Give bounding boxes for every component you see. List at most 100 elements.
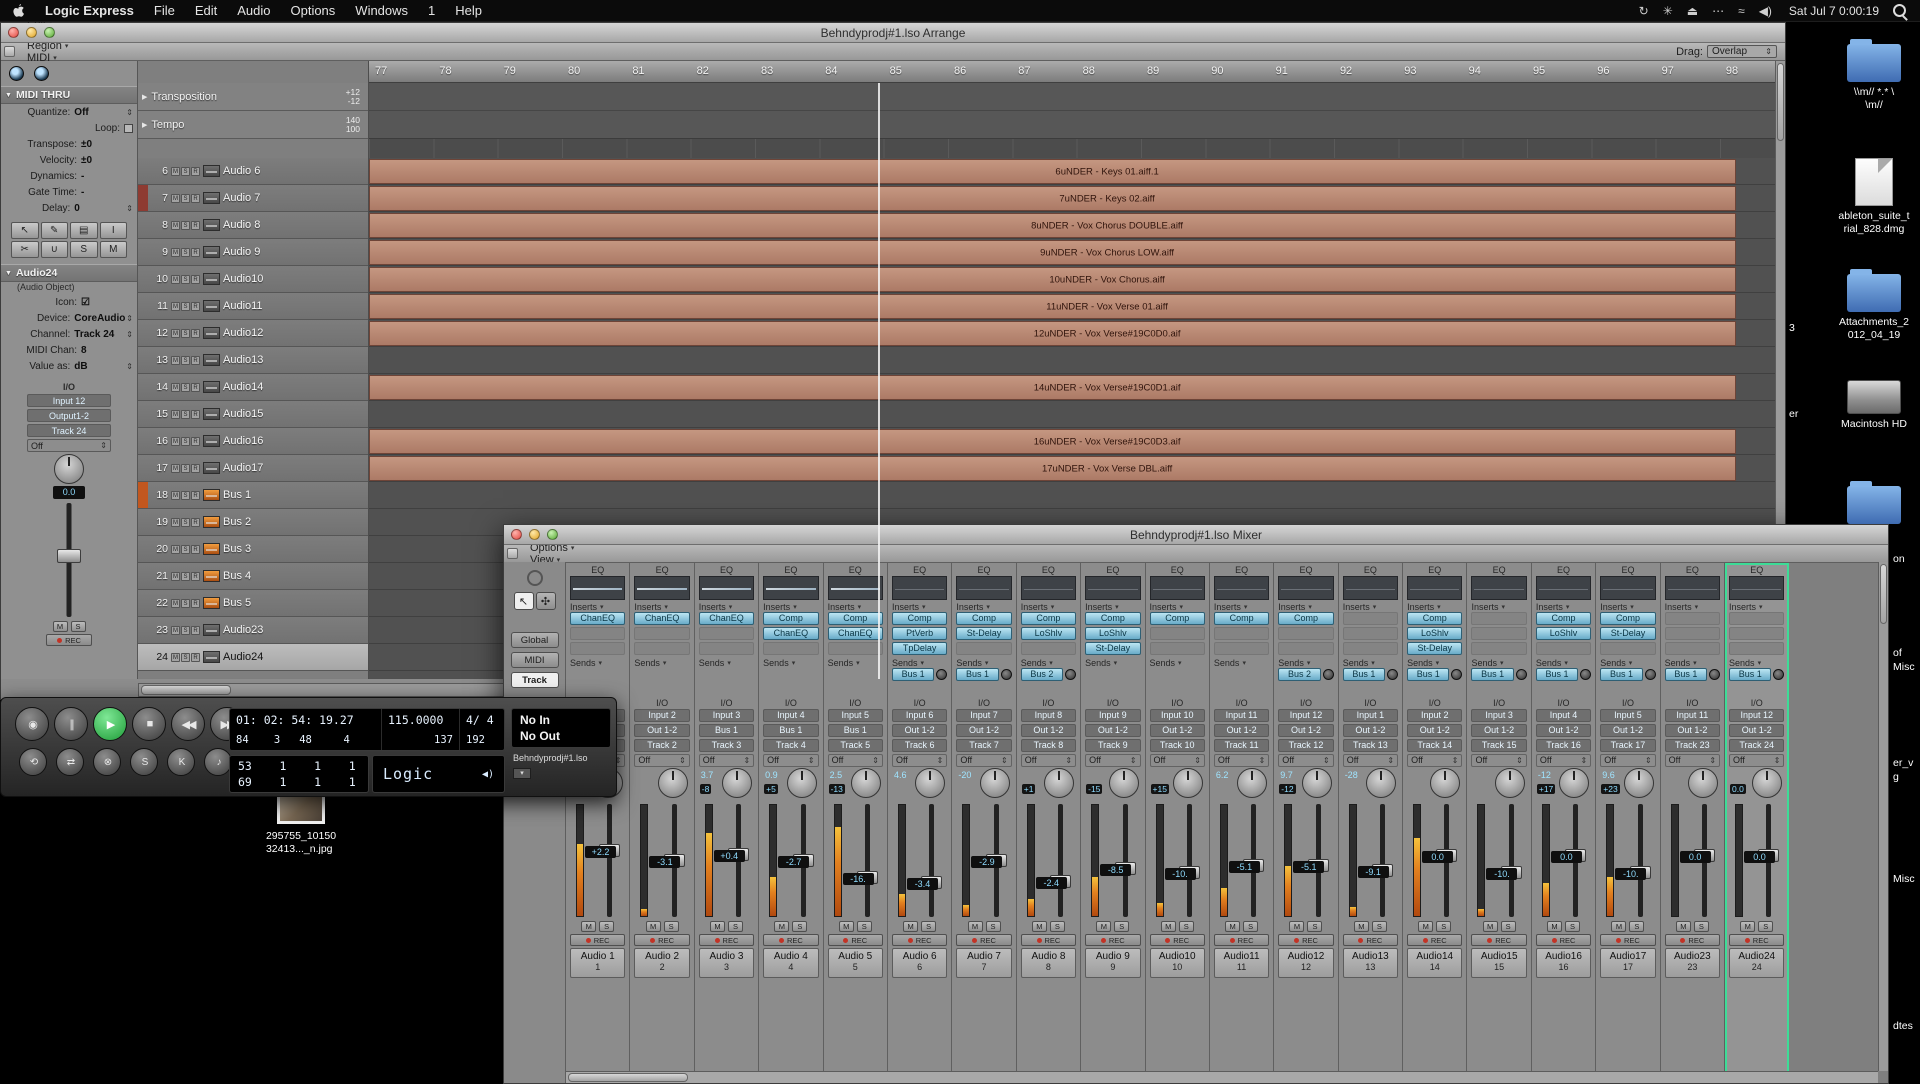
track-header-audio15[interactable]: 15MSRAudio15 [138, 401, 368, 428]
param-row[interactable]: Icon:☑ [1, 294, 137, 310]
channel-label[interactable]: Audio 88 [1021, 948, 1076, 978]
insert-slot[interactable]: TpDelay [892, 642, 947, 655]
window-link-icon[interactable] [507, 548, 518, 559]
pan-knob[interactable] [54, 454, 84, 484]
output-slot[interactable]: Out 1-2 [1021, 724, 1076, 737]
send-slot[interactable]: Bus 1 [1729, 668, 1771, 681]
insert-slot[interactable] [828, 642, 883, 655]
eq-thumbnail[interactable] [1600, 576, 1655, 600]
insert-slot[interactable]: ChanEQ [828, 627, 883, 640]
rewind-button[interactable]: ◀◀ [171, 707, 205, 741]
input-slot[interactable]: Input 9 [1085, 709, 1140, 722]
track-header-audio13[interactable]: 13MSRAudio13 [138, 347, 368, 374]
record-enable-button[interactable]: REC [892, 934, 947, 946]
track-header-bus-2[interactable]: 19MSRBus 2 [138, 509, 368, 536]
mute-button[interactable]: M [710, 921, 725, 932]
output-slot[interactable]: Out 1-2 [892, 724, 947, 737]
record-enable-button[interactable]: REC [46, 634, 92, 646]
send-knob[interactable] [1516, 669, 1527, 680]
channel-label[interactable]: Audio1515 [1471, 948, 1526, 978]
param-row[interactable]: Delay:0⇕ [1, 200, 137, 216]
channel-label[interactable]: Audio1111 [1214, 948, 1269, 978]
channel-label[interactable]: Audio1616 [1536, 948, 1591, 978]
insert-slot[interactable]: Comp [1600, 612, 1655, 625]
insert-slot[interactable] [1021, 642, 1076, 655]
inserts-label[interactable]: Inserts▾ [1471, 601, 1526, 612]
solo-button[interactable]: S [1114, 921, 1129, 932]
text-tool[interactable]: I [100, 222, 128, 239]
menu-options[interactable]: Options [280, 3, 345, 18]
solo-button[interactable]: S [181, 167, 190, 176]
insert-slot[interactable] [1343, 642, 1398, 655]
mute-button[interactable]: M [171, 194, 180, 203]
insert-slot[interactable] [1343, 627, 1398, 640]
inserts-label[interactable]: Inserts▾ [699, 601, 754, 612]
input-slot[interactable]: Input 12 [1729, 709, 1784, 722]
channel-strip-audio-2[interactable]: EQInserts▾ChanEQSends▾I/OInput 2Out 1-2T… [630, 563, 694, 1083]
channel-strip-audio16[interactable]: EQInserts▾CompLoShlvSends▾Bus 1I/OInput … [1532, 563, 1596, 1083]
insert-slot[interactable]: Comp [828, 612, 883, 625]
pan-knob[interactable] [1752, 768, 1782, 798]
sends-label[interactable]: Sends▾ [699, 657, 754, 668]
eq-thumbnail[interactable] [1343, 576, 1398, 600]
mute-button[interactable]: M [774, 921, 789, 932]
eq-thumbnail[interactable] [1150, 576, 1205, 600]
track-header-audio14[interactable]: 14MSRAudio14 [138, 374, 368, 401]
output-slot[interactable]: Out 1-2 [1343, 724, 1398, 737]
input-slot[interactable]: Input 12 [1278, 709, 1333, 722]
insert-slot[interactable]: St-Delay [956, 627, 1011, 640]
channel-strip-audio14[interactable]: EQInserts▾CompLoShlvSt-DelaySends▾Bus 1I… [1403, 563, 1467, 1083]
solo-button[interactable]: S [130, 748, 158, 776]
track-slot[interactable]: Track 14 [1407, 739, 1462, 752]
mute-button[interactable]: M [171, 356, 180, 365]
output-slot[interactable]: Bus 1 [699, 724, 754, 737]
output-slot[interactable]: Out 1-2 [1536, 724, 1591, 737]
solo-button[interactable]: S [181, 626, 190, 635]
eq-thumbnail[interactable] [1407, 576, 1462, 600]
sends-label[interactable]: Sends▾ [1343, 657, 1398, 668]
record-enable-button[interactable]: REC [1343, 934, 1398, 946]
track-header-audio24[interactable]: 24MSRAudio24 [138, 644, 368, 671]
metronome-button[interactable]: ♪ [204, 748, 232, 776]
input-slot[interactable]: Input 5 [828, 709, 883, 722]
insert-slot[interactable] [634, 627, 689, 640]
spotlight-icon[interactable] [1893, 4, 1906, 17]
track-header-bus-5[interactable]: 22MSRBus 5 [138, 590, 368, 617]
channel-label[interactable]: Audio1212 [1278, 948, 1333, 978]
solo-button[interactable]: S [1436, 921, 1451, 932]
solo-button[interactable]: S [1501, 921, 1516, 932]
insert-slot[interactable] [1150, 642, 1205, 655]
sends-label[interactable]: Sends▾ [1150, 657, 1205, 668]
channel-strip-audio24[interactable]: EQInserts▾Sends▾Bus 1I/OInput 12Out 1-2T… [1725, 563, 1789, 1083]
record-button[interactable]: R [191, 329, 200, 338]
eq-thumbnail[interactable] [1278, 576, 1333, 600]
mute-button[interactable]: M [1161, 921, 1176, 932]
pan-knob[interactable] [1044, 768, 1074, 798]
mute-button[interactable]: M [968, 921, 983, 932]
mute-button[interactable]: M [171, 464, 180, 473]
pan-knob[interactable] [1688, 768, 1718, 798]
track-slot[interactable]: Track 7 [956, 739, 1011, 752]
automation-mode[interactable]: Off⇕ [892, 754, 947, 767]
send-slot[interactable]: Bus 1 [1471, 668, 1513, 681]
channel-label[interactable]: Audio1010 [1150, 948, 1205, 978]
solo-button[interactable]: S [181, 329, 190, 338]
insert-slot[interactable]: PtVerb [892, 627, 947, 640]
record-enable-button[interactable]: REC [1021, 934, 1076, 946]
insert-slot[interactable] [1665, 627, 1720, 640]
track-header-audio16[interactable]: 16MSRAudio16 [138, 428, 368, 455]
pan-knob[interactable] [1302, 768, 1332, 798]
inserts-label[interactable]: Inserts▾ [1021, 601, 1076, 612]
eq-thumbnail[interactable] [763, 576, 818, 600]
send-knob[interactable] [1645, 669, 1656, 680]
insert-slot[interactable]: LoShlv [1085, 627, 1140, 640]
channel-strip-audio17[interactable]: EQInserts▾CompSt-DelaySends▾Bus 1I/OInpu… [1596, 563, 1660, 1083]
track-slot[interactable]: Track 24 [1729, 739, 1784, 752]
sync-icon[interactable]: ↻ [1632, 4, 1656, 18]
audio-region[interactable]: 14uNDER - Vox Verse#19C0D1.aif [369, 375, 1736, 400]
eraser-tool[interactable]: ▤ [70, 222, 98, 239]
solo-button[interactable]: S [181, 275, 190, 284]
send-slot[interactable]: Bus 2 [1021, 668, 1063, 681]
inserts-label[interactable]: Inserts▾ [1343, 601, 1398, 612]
mixer-titlebar[interactable]: Behndyprodj#1.lso Mixer [504, 525, 1888, 545]
